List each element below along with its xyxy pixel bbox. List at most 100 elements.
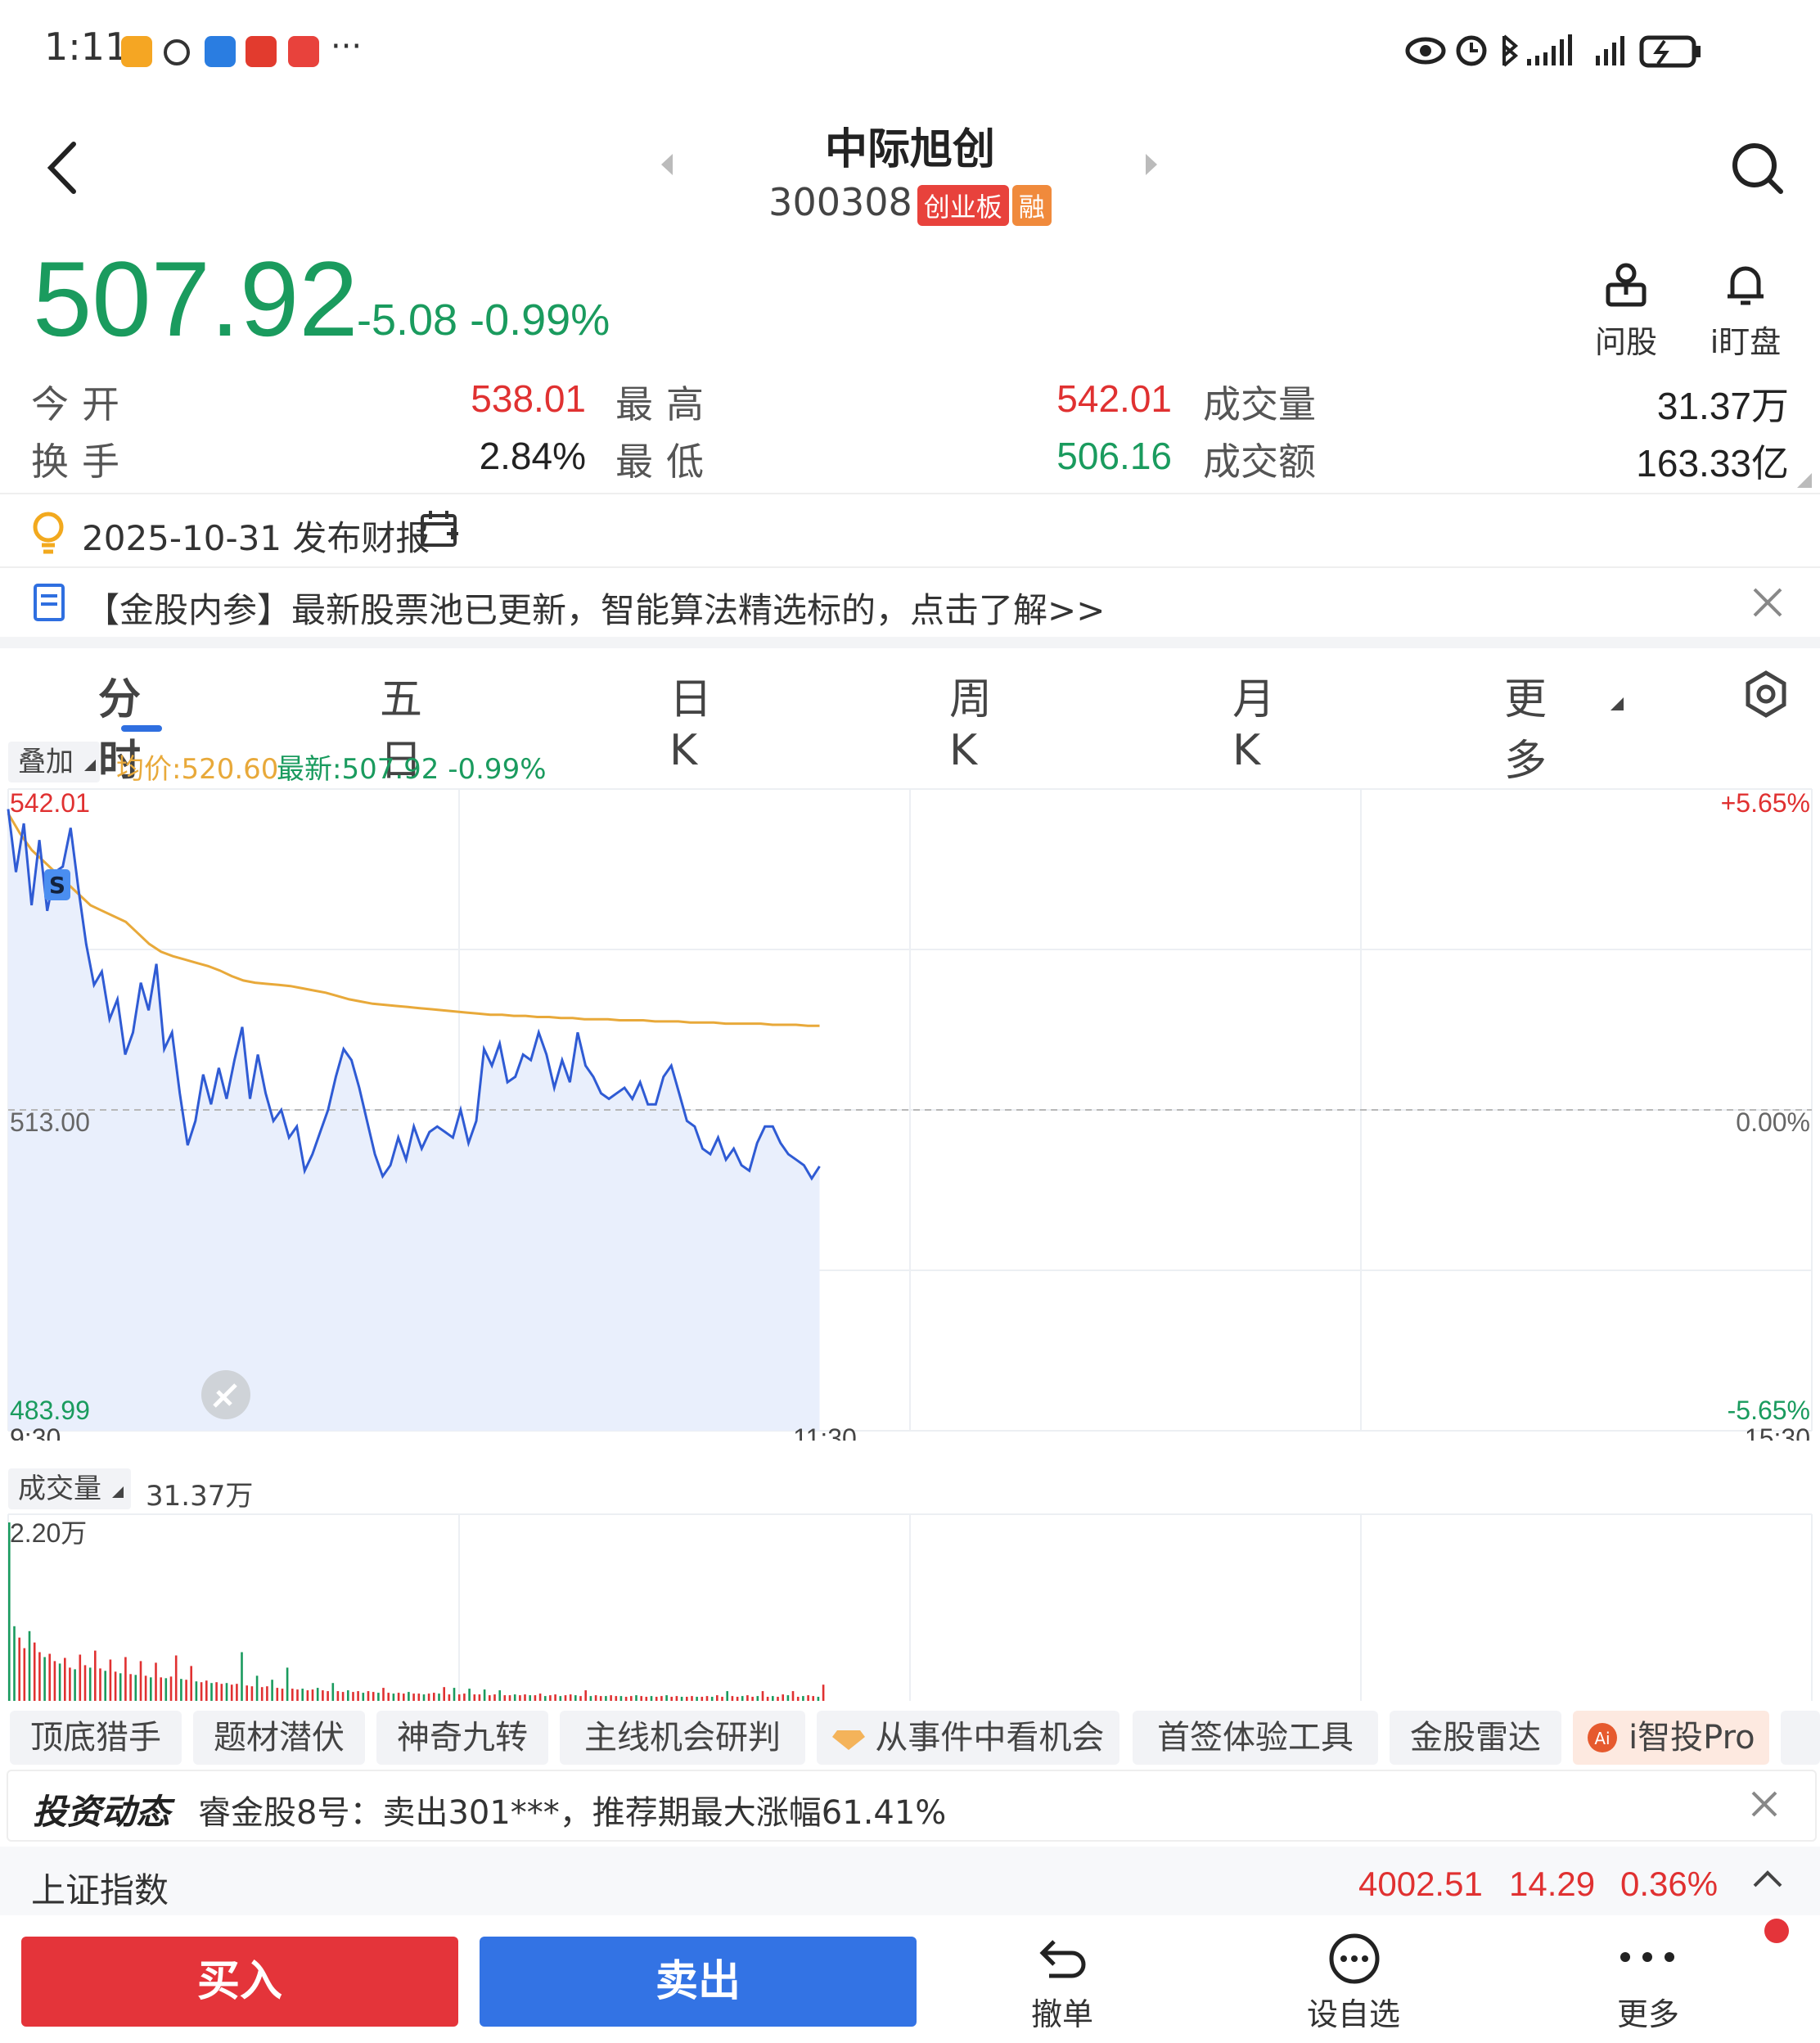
ask-stock-button[interactable]: 问股 bbox=[1581, 260, 1671, 362]
chip-nine-turns[interactable]: 神奇九转 bbox=[376, 1711, 548, 1765]
chip-mainline[interactable]: 主线机会研判 bbox=[560, 1711, 805, 1765]
volume-bar bbox=[433, 1693, 435, 1701]
intraday-chart[interactable]: S 542.01 513.00 483.99 +5.65% 0.00% -5.6… bbox=[0, 786, 1820, 1441]
volume-bar bbox=[412, 1693, 415, 1701]
calendar-add-icon[interactable] bbox=[419, 509, 460, 550]
volume-bar bbox=[529, 1695, 531, 1701]
watch-button[interactable]: i盯盘 bbox=[1701, 260, 1791, 362]
volume-bar bbox=[139, 1661, 142, 1701]
volume-bar bbox=[331, 1683, 335, 1701]
chip-overflow[interactable] bbox=[1781, 1711, 1820, 1765]
index-bar[interactable]: 上证指数 4002.51 14.29 0.36% bbox=[0, 1847, 1820, 1915]
dynamics-close-icon[interactable] bbox=[1750, 1789, 1779, 1819]
draw-tool-icon[interactable] bbox=[201, 1370, 250, 1419]
tab-more[interactable]: 更多 bbox=[1504, 665, 1547, 787]
tab-daily-k[interactable]: 日K bbox=[669, 665, 712, 775]
volume-bar bbox=[150, 1677, 152, 1701]
volume-bar bbox=[311, 1689, 314, 1701]
volume-bar bbox=[822, 1684, 825, 1701]
expand-corner-icon[interactable] bbox=[1797, 473, 1812, 488]
overlay-button[interactable]: 叠加 bbox=[8, 742, 100, 782]
volume-bar bbox=[670, 1697, 673, 1701]
report-notice[interactable]: 2025-10-31 发布财报 bbox=[82, 511, 430, 561]
volume-bar bbox=[564, 1695, 567, 1701]
volume-bar bbox=[185, 1680, 187, 1701]
volume-bar bbox=[594, 1695, 597, 1701]
add-watchlist-icon[interactable] bbox=[1327, 1932, 1381, 1986]
current-price: 507.92 bbox=[33, 239, 358, 359]
volume-bar bbox=[716, 1695, 719, 1701]
volume-bar bbox=[675, 1696, 678, 1701]
notification-dot bbox=[1764, 1919, 1789, 1943]
ad-notice[interactable]: 【金股内参】最新股票池已更新，智能算法精选标的，点击了解>> bbox=[85, 583, 1105, 633]
svg-text:Ai: Ai bbox=[1595, 1729, 1611, 1748]
volume-bar bbox=[306, 1690, 309, 1701]
chip-theme[interactable]: 题材潜伏 bbox=[193, 1711, 365, 1765]
volume-bar bbox=[33, 1642, 36, 1701]
turnover-value: 2.84% bbox=[479, 435, 586, 477]
volume-bar bbox=[74, 1669, 76, 1701]
low-value: 506.16 bbox=[1056, 435, 1172, 477]
turnover-label: 换手 bbox=[31, 440, 133, 484]
volume-bar bbox=[205, 1680, 208, 1701]
tab-monthly-k[interactable]: 月K bbox=[1232, 665, 1275, 775]
dynamics-bar[interactable]: 投资动态 睿金股8号：卖出301***，推荐期最大涨幅61.41% bbox=[7, 1770, 1817, 1842]
sell-button[interactable]: 卖出 bbox=[480, 1937, 917, 2027]
volume-bar bbox=[731, 1696, 734, 1701]
volume-bar bbox=[427, 1693, 430, 1701]
undo-icon[interactable] bbox=[1038, 1933, 1090, 1982]
volume-bar bbox=[630, 1696, 633, 1701]
chevron-up-icon[interactable] bbox=[1751, 1866, 1784, 1891]
sell-marker[interactable]: S bbox=[44, 869, 70, 900]
open-label: 今开 bbox=[31, 382, 133, 426]
volume-bar bbox=[524, 1694, 526, 1701]
volume-bar bbox=[316, 1688, 319, 1701]
volume-bar bbox=[686, 1697, 688, 1701]
more-label[interactable]: 更多 bbox=[1566, 1989, 1730, 2034]
volume-indicator-button[interactable]: 成交量 bbox=[8, 1468, 131, 1509]
latest-price-label: 最新:507.92 -0.99% bbox=[277, 753, 547, 786]
chip-ai-pro[interactable]: Ai i智投Pro bbox=[1573, 1711, 1769, 1765]
price-area-fill bbox=[8, 809, 820, 1431]
divider bbox=[0, 566, 1820, 568]
volume-bar bbox=[786, 1695, 790, 1701]
y-right-top: +5.65% bbox=[1721, 788, 1810, 818]
volume-bar bbox=[443, 1687, 445, 1701]
margin-badge: 融 bbox=[1011, 184, 1052, 226]
cancel-order-label[interactable]: 撤单 bbox=[980, 1989, 1144, 2034]
volume-bar bbox=[473, 1694, 476, 1701]
buy-button[interactable]: 买入 bbox=[21, 1937, 458, 2027]
volume-bar bbox=[200, 1682, 203, 1701]
volume-bar bbox=[109, 1659, 112, 1701]
volume-bar bbox=[174, 1655, 178, 1701]
chip-event-opportunity[interactable]: 从事件中看机会 bbox=[817, 1711, 1119, 1765]
volume-bar bbox=[220, 1684, 223, 1701]
volume-bar bbox=[38, 1652, 41, 1701]
volume-bar bbox=[367, 1691, 370, 1701]
chip-gold-radar[interactable]: 金股雷达 bbox=[1390, 1711, 1561, 1765]
more-dots-icon[interactable] bbox=[1617, 1945, 1678, 1969]
chart-settings-icon[interactable] bbox=[1741, 670, 1791, 719]
search-icon[interactable] bbox=[1728, 139, 1786, 196]
volume-bar bbox=[701, 1697, 704, 1701]
bulb-icon bbox=[33, 512, 64, 554]
volume-bar bbox=[772, 1696, 774, 1701]
add-watchlist-label[interactable]: 设自选 bbox=[1272, 1989, 1435, 2034]
close-icon[interactable] bbox=[1751, 586, 1784, 619]
volume-bar bbox=[69, 1667, 71, 1701]
high-label: 最高 bbox=[615, 382, 717, 426]
volume-bar bbox=[134, 1675, 137, 1701]
chip-bottom-hunter[interactable]: 顶底猎手 bbox=[10, 1711, 182, 1765]
volume-bar bbox=[260, 1687, 264, 1701]
tab-weekly-k[interactable]: 周K bbox=[949, 665, 992, 775]
volume-chart[interactable]: 2.20万 bbox=[0, 1511, 1820, 1704]
volume-bar bbox=[584, 1690, 587, 1701]
chip-first-sign-tool[interactable]: 首签体验工具 bbox=[1133, 1711, 1378, 1765]
more-caret-icon bbox=[1611, 697, 1624, 710]
volume-bar bbox=[190, 1666, 192, 1701]
ask-stock-icon bbox=[1606, 263, 1647, 307]
volume-bar bbox=[58, 1663, 61, 1701]
stock-code: 300308 bbox=[768, 180, 912, 224]
volume-bar bbox=[756, 1696, 759, 1701]
volume-bar bbox=[655, 1697, 658, 1701]
